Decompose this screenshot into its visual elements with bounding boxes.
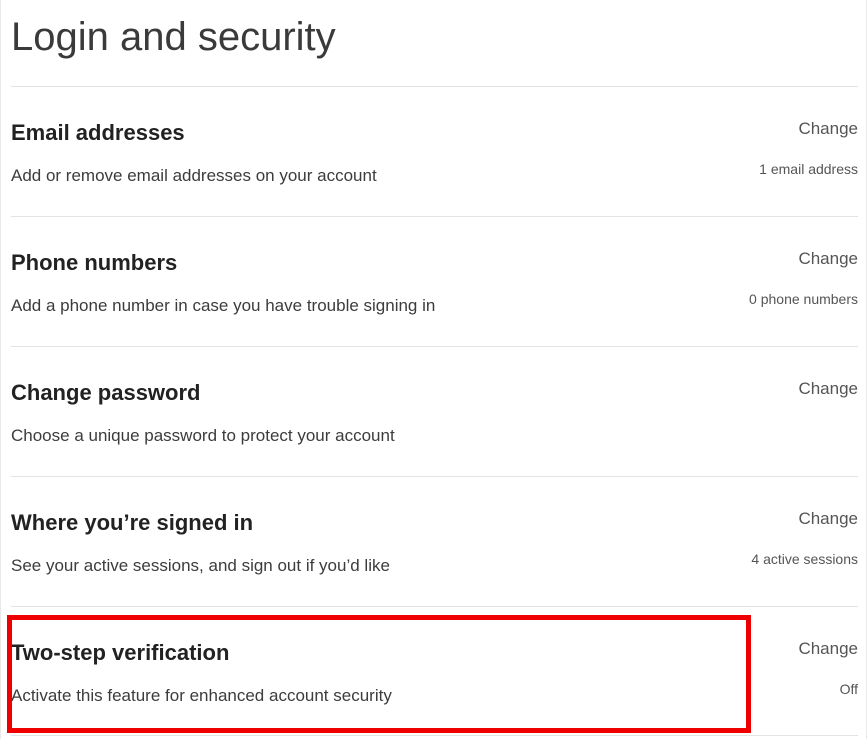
change-sessions-link[interactable]: Change: [798, 507, 858, 531]
section-status: 4 active sessions: [751, 551, 858, 567]
section-phone-numbers: Phone numbers Add a phone number in case…: [11, 216, 858, 345]
section-description: Add or remove email addresses on your ac…: [11, 166, 377, 185]
section-heading: Two-step verification: [11, 640, 230, 665]
change-two-step-link[interactable]: Change: [798, 637, 858, 661]
change-password-link[interactable]: Change: [798, 377, 858, 401]
section-description: See your active sessions, and sign out i…: [11, 556, 390, 575]
change-email-link[interactable]: Change: [798, 117, 858, 141]
bottom-divider: [11, 735, 858, 736]
change-phone-link[interactable]: Change: [798, 247, 858, 271]
section-heading: Where you’re signed in: [11, 510, 254, 535]
section-email-addresses: Email addresses Add or remove email addr…: [11, 86, 858, 215]
section-change-password: Change password Choose a unique password…: [11, 346, 858, 475]
section-heading: Phone numbers: [11, 250, 178, 275]
page-title: Login and security: [11, 15, 336, 59]
login-security-page: Login and security Email addresses Add o…: [0, 0, 867, 739]
section-heading: Change password: [11, 380, 201, 405]
section-description: Activate this feature for enhanced accou…: [11, 686, 392, 705]
section-status: 1 email address: [759, 161, 858, 177]
section-signed-in: Where you’re signed in See your active s…: [11, 476, 858, 605]
section-two-step-verification: Two-step verification Activate this feat…: [11, 606, 858, 735]
section-description: Add a phone number in case you have trou…: [11, 296, 436, 315]
section-heading: Email addresses: [11, 120, 185, 145]
section-status: Off: [839, 681, 858, 697]
section-description: Choose a unique password to protect your…: [11, 426, 395, 445]
section-status: 0 phone numbers: [749, 291, 858, 307]
